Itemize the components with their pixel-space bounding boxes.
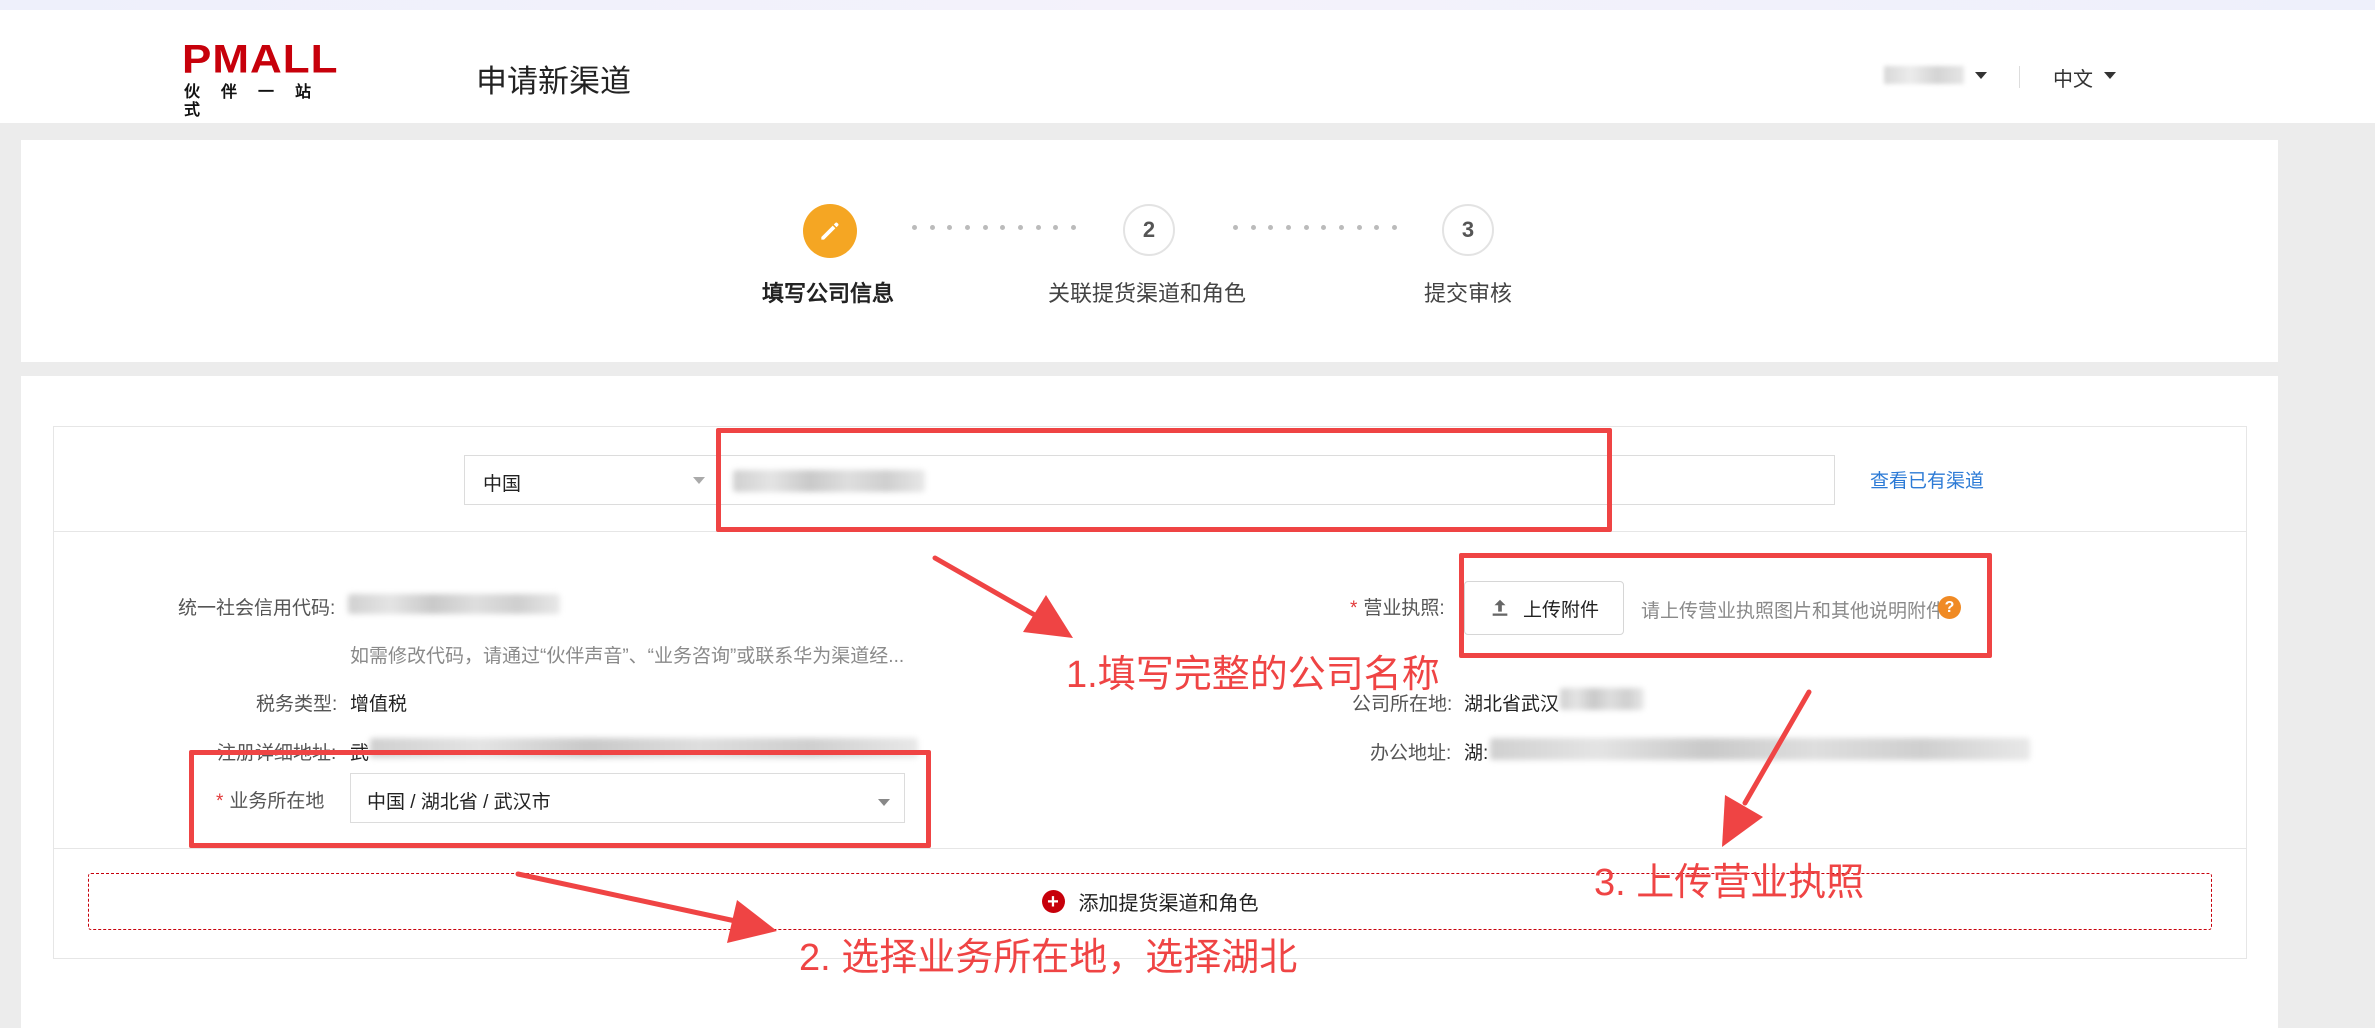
annotation-arrows bbox=[515, 555, 1812, 943]
annotation-3-text: 3. 上传营业执照 bbox=[1594, 862, 1865, 904]
annotation-2-text: 2. 选择业务所在地，选择湖北 bbox=[799, 937, 1298, 979]
arrow-2-head bbox=[727, 900, 777, 943]
annotation-1-text: 1.填写完整的公司名称 bbox=[1066, 654, 1440, 696]
arrow-1-head bbox=[1023, 595, 1073, 638]
arrow-3-head bbox=[1722, 795, 1763, 847]
arrow-2-line bbox=[515, 871, 743, 925]
arrow-1-line bbox=[932, 555, 1043, 621]
arrow-3-line bbox=[1742, 689, 1812, 806]
